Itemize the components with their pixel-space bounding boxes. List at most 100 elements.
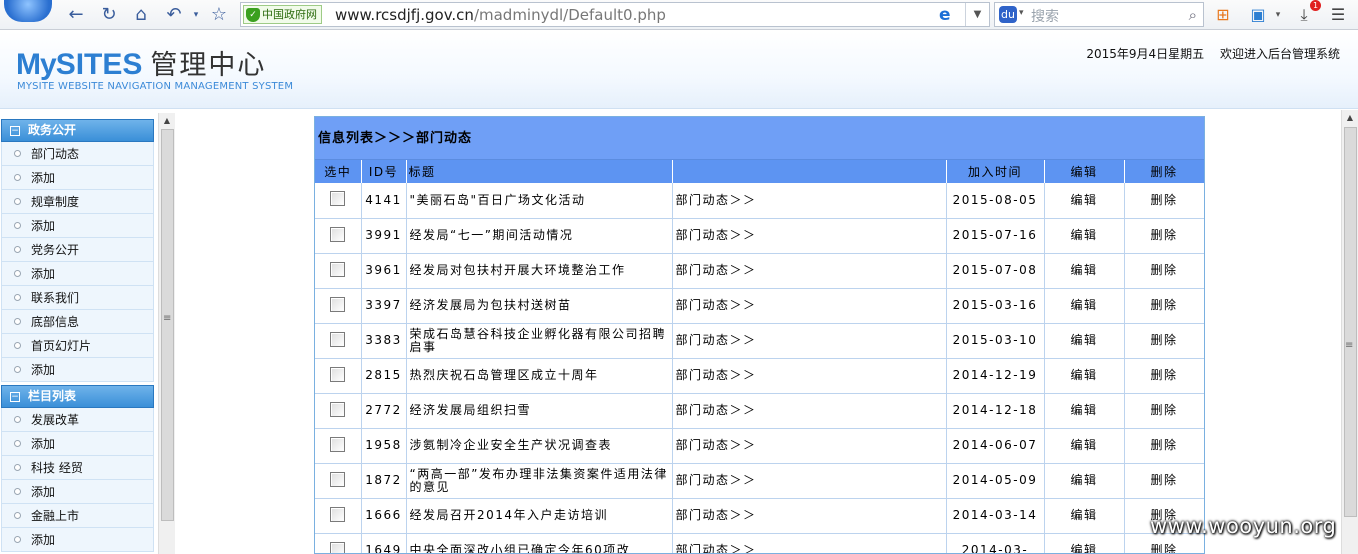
- row-title[interactable]: 热烈庆祝石岛管理区成立十周年: [406, 358, 673, 394]
- sidebar-item[interactable]: 底部信息: [1, 310, 154, 334]
- row-edit-link[interactable]: 编辑: [1044, 498, 1125, 534]
- row-category[interactable]: 部门动态＞＞: [672, 533, 947, 553]
- sidebar-item[interactable]: 联系我们: [1, 286, 154, 310]
- row-delete-link[interactable]: 删除: [1124, 183, 1204, 219]
- row-title[interactable]: "美丽石岛"百日广场文化活动: [406, 183, 673, 219]
- scroll-up-icon[interactable]: ▲: [1342, 110, 1358, 126]
- row-title[interactable]: “两高一部”发布办理非法集资案件适用法律的意见: [406, 463, 673, 499]
- row-edit-link[interactable]: 编辑: [1044, 288, 1125, 324]
- sidebar-item[interactable]: 科技 经贸: [1, 456, 154, 480]
- row-checkbox[interactable]: [330, 436, 346, 452]
- address-dropdown-icon[interactable]: ▼: [965, 3, 989, 26]
- sidebar-item[interactable]: 添加: [1, 166, 154, 190]
- row-edit-link[interactable]: 编辑: [1044, 358, 1125, 394]
- row-checkbox[interactable]: [330, 331, 346, 347]
- apps-grid-icon[interactable]: ⊞: [1211, 3, 1235, 27]
- row-category[interactable]: 部门动态＞＞: [672, 463, 947, 499]
- row-checkbox[interactable]: [330, 471, 346, 487]
- undo-dropdown-icon[interactable]: ▾: [184, 3, 208, 27]
- sidebar-item[interactable]: 部门动态: [1, 142, 154, 166]
- row-delete-link[interactable]: 删除: [1124, 253, 1204, 289]
- row-category[interactable]: 部门动态＞＞: [672, 428, 947, 464]
- row-edit-link[interactable]: 编辑: [1044, 463, 1125, 499]
- sidebar-item[interactable]: 添加: [1, 528, 154, 552]
- row-category[interactable]: 部门动态＞＞: [672, 393, 947, 429]
- row-checkbox[interactable]: [330, 261, 346, 277]
- row-title[interactable]: 经济发展局为包扶村送树苗: [406, 288, 673, 324]
- row-delete-link[interactable]: 删除: [1124, 288, 1204, 324]
- row-id: 1666: [361, 498, 407, 534]
- row-title[interactable]: 涉氨制冷企业安全生产状况调查表: [406, 428, 673, 464]
- row-delete-link[interactable]: 删除: [1124, 218, 1204, 254]
- sidebar-item[interactable]: 添加: [1, 214, 154, 238]
- sidebar-item[interactable]: 添加: [1, 480, 154, 504]
- row-category[interactable]: 部门动态＞＞: [672, 288, 947, 324]
- row-checkbox[interactable]: [330, 191, 346, 207]
- row-edit-link[interactable]: 编辑: [1044, 393, 1125, 429]
- sidebar-item[interactable]: 添加: [1, 432, 154, 456]
- row-edit-link[interactable]: 编辑: [1044, 428, 1125, 464]
- sidebar-item[interactable]: 发展改革: [1, 408, 154, 432]
- row-edit-link[interactable]: 编辑: [1044, 533, 1125, 553]
- row-delete-link[interactable]: 删除: [1124, 428, 1204, 464]
- row-delete-link[interactable]: 删除: [1124, 358, 1204, 394]
- undo-icon[interactable]: ↶: [162, 3, 186, 27]
- sidebar-item[interactable]: 添加: [1, 358, 154, 382]
- row-title[interactable]: 荣成石岛慧谷科技企业孵化器有限公司招聘启事: [406, 323, 673, 359]
- gov-site-badge[interactable]: ✓ 中国政府网: [243, 5, 322, 24]
- scroll-up-icon[interactable]: ▲: [159, 113, 175, 129]
- row-delete-link[interactable]: 删除: [1124, 463, 1204, 499]
- bullet-icon: [14, 270, 21, 277]
- row-title[interactable]: 经发局召开2014年入户走访培训: [406, 498, 673, 534]
- row-delete-link[interactable]: 删除: [1124, 393, 1204, 429]
- page-scroll-thumb[interactable]: [1344, 127, 1357, 517]
- collapse-icon[interactable]: −: [10, 391, 20, 402]
- back-icon[interactable]: ←: [64, 3, 88, 27]
- row-category[interactable]: 部门动态＞＞: [672, 183, 947, 219]
- row-checkbox[interactable]: [330, 541, 346, 553]
- search-box[interactable]: du ▾ 搜索 ⌕: [994, 2, 1204, 27]
- favorite-star-icon[interactable]: ☆: [207, 3, 231, 27]
- row-edit-link[interactable]: 编辑: [1044, 183, 1125, 219]
- collapse-icon[interactable]: −: [10, 125, 20, 136]
- sidebar-category-gov[interactable]: − 政务公开: [1, 119, 154, 142]
- row-category[interactable]: 部门动态＞＞: [672, 498, 947, 534]
- address-bar[interactable]: ✓ 中国政府网 www.rcsdjfj.gov.cn/madminydl/Def…: [240, 2, 990, 27]
- row-category[interactable]: 部门动态＞＞: [672, 358, 947, 394]
- page-scrollbar[interactable]: ▲ ≡: [1341, 110, 1358, 554]
- sidebar-item[interactable]: 党务公开: [1, 238, 154, 262]
- row-checkbox[interactable]: [330, 296, 346, 312]
- sidebar-item[interactable]: 首页幻灯片: [1, 334, 154, 358]
- baidu-paw-icon[interactable]: du: [999, 6, 1017, 23]
- row-category[interactable]: 部门动态＞＞: [672, 218, 947, 254]
- row-category[interactable]: 部门动态＞＞: [672, 253, 947, 289]
- row-edit-link[interactable]: 编辑: [1044, 218, 1125, 254]
- screenshot-dropdown-icon[interactable]: ▾: [1266, 3, 1290, 27]
- row-title[interactable]: 中央全面深改小组已确定今年60项改: [406, 533, 673, 553]
- row-delete-link[interactable]: 删除: [1124, 323, 1204, 359]
- sidebar-scroll-thumb[interactable]: [161, 129, 174, 521]
- row-checkbox[interactable]: [330, 226, 346, 242]
- sidebar-scrollbar[interactable]: ▲ ≡: [158, 113, 175, 554]
- menu-icon[interactable]: ☰: [1326, 3, 1350, 27]
- sidebar-item[interactable]: 添加: [1, 262, 154, 286]
- row-edit-link[interactable]: 编辑: [1044, 323, 1125, 359]
- search-icon[interactable]: ⌕: [1189, 6, 1197, 24]
- row-checkbox[interactable]: [330, 506, 346, 522]
- url-text[interactable]: www.rcsdjfj.gov.cn/madminydl/Default0.ph…: [335, 6, 666, 24]
- sidebar-category-columns[interactable]: − 栏目列表: [1, 385, 154, 408]
- row-checkbox[interactable]: [330, 401, 346, 417]
- row-title[interactable]: 经发局“七一”期间活动情况: [406, 218, 673, 254]
- ie-engine-icon[interactable]: e: [939, 6, 957, 24]
- sidebar-item[interactable]: 规章制度: [1, 190, 154, 214]
- row-title[interactable]: 经济发展局组织扫雪: [406, 393, 673, 429]
- search-engine-dropdown-icon[interactable]: ▾: [1019, 8, 1024, 18]
- row-date: 2015-03-10: [946, 323, 1045, 359]
- home-icon[interactable]: ⌂: [129, 3, 153, 27]
- row-checkbox[interactable]: [330, 366, 346, 382]
- row-title[interactable]: 经发局对包扶村开展大环境整治工作: [406, 253, 673, 289]
- refresh-icon[interactable]: ↻: [97, 3, 121, 27]
- sidebar-item[interactable]: 金融上市: [1, 504, 154, 528]
- row-edit-link[interactable]: 编辑: [1044, 253, 1125, 289]
- row-category[interactable]: 部门动态＞＞: [672, 323, 947, 359]
